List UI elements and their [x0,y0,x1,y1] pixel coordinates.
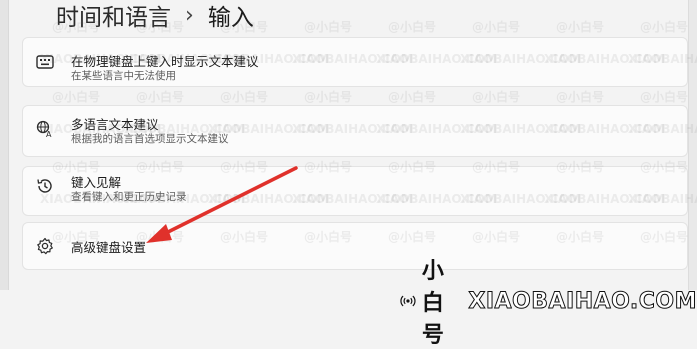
broadcast-icon [400,295,416,307]
brand-watermark: 小白号 XIAOBAIHAO.COM [400,253,697,349]
annotation-arrow [146,166,298,243]
brand-name: 小白号 [421,259,444,348]
brand-site: XIAOBAIHAO.COM [468,288,697,314]
